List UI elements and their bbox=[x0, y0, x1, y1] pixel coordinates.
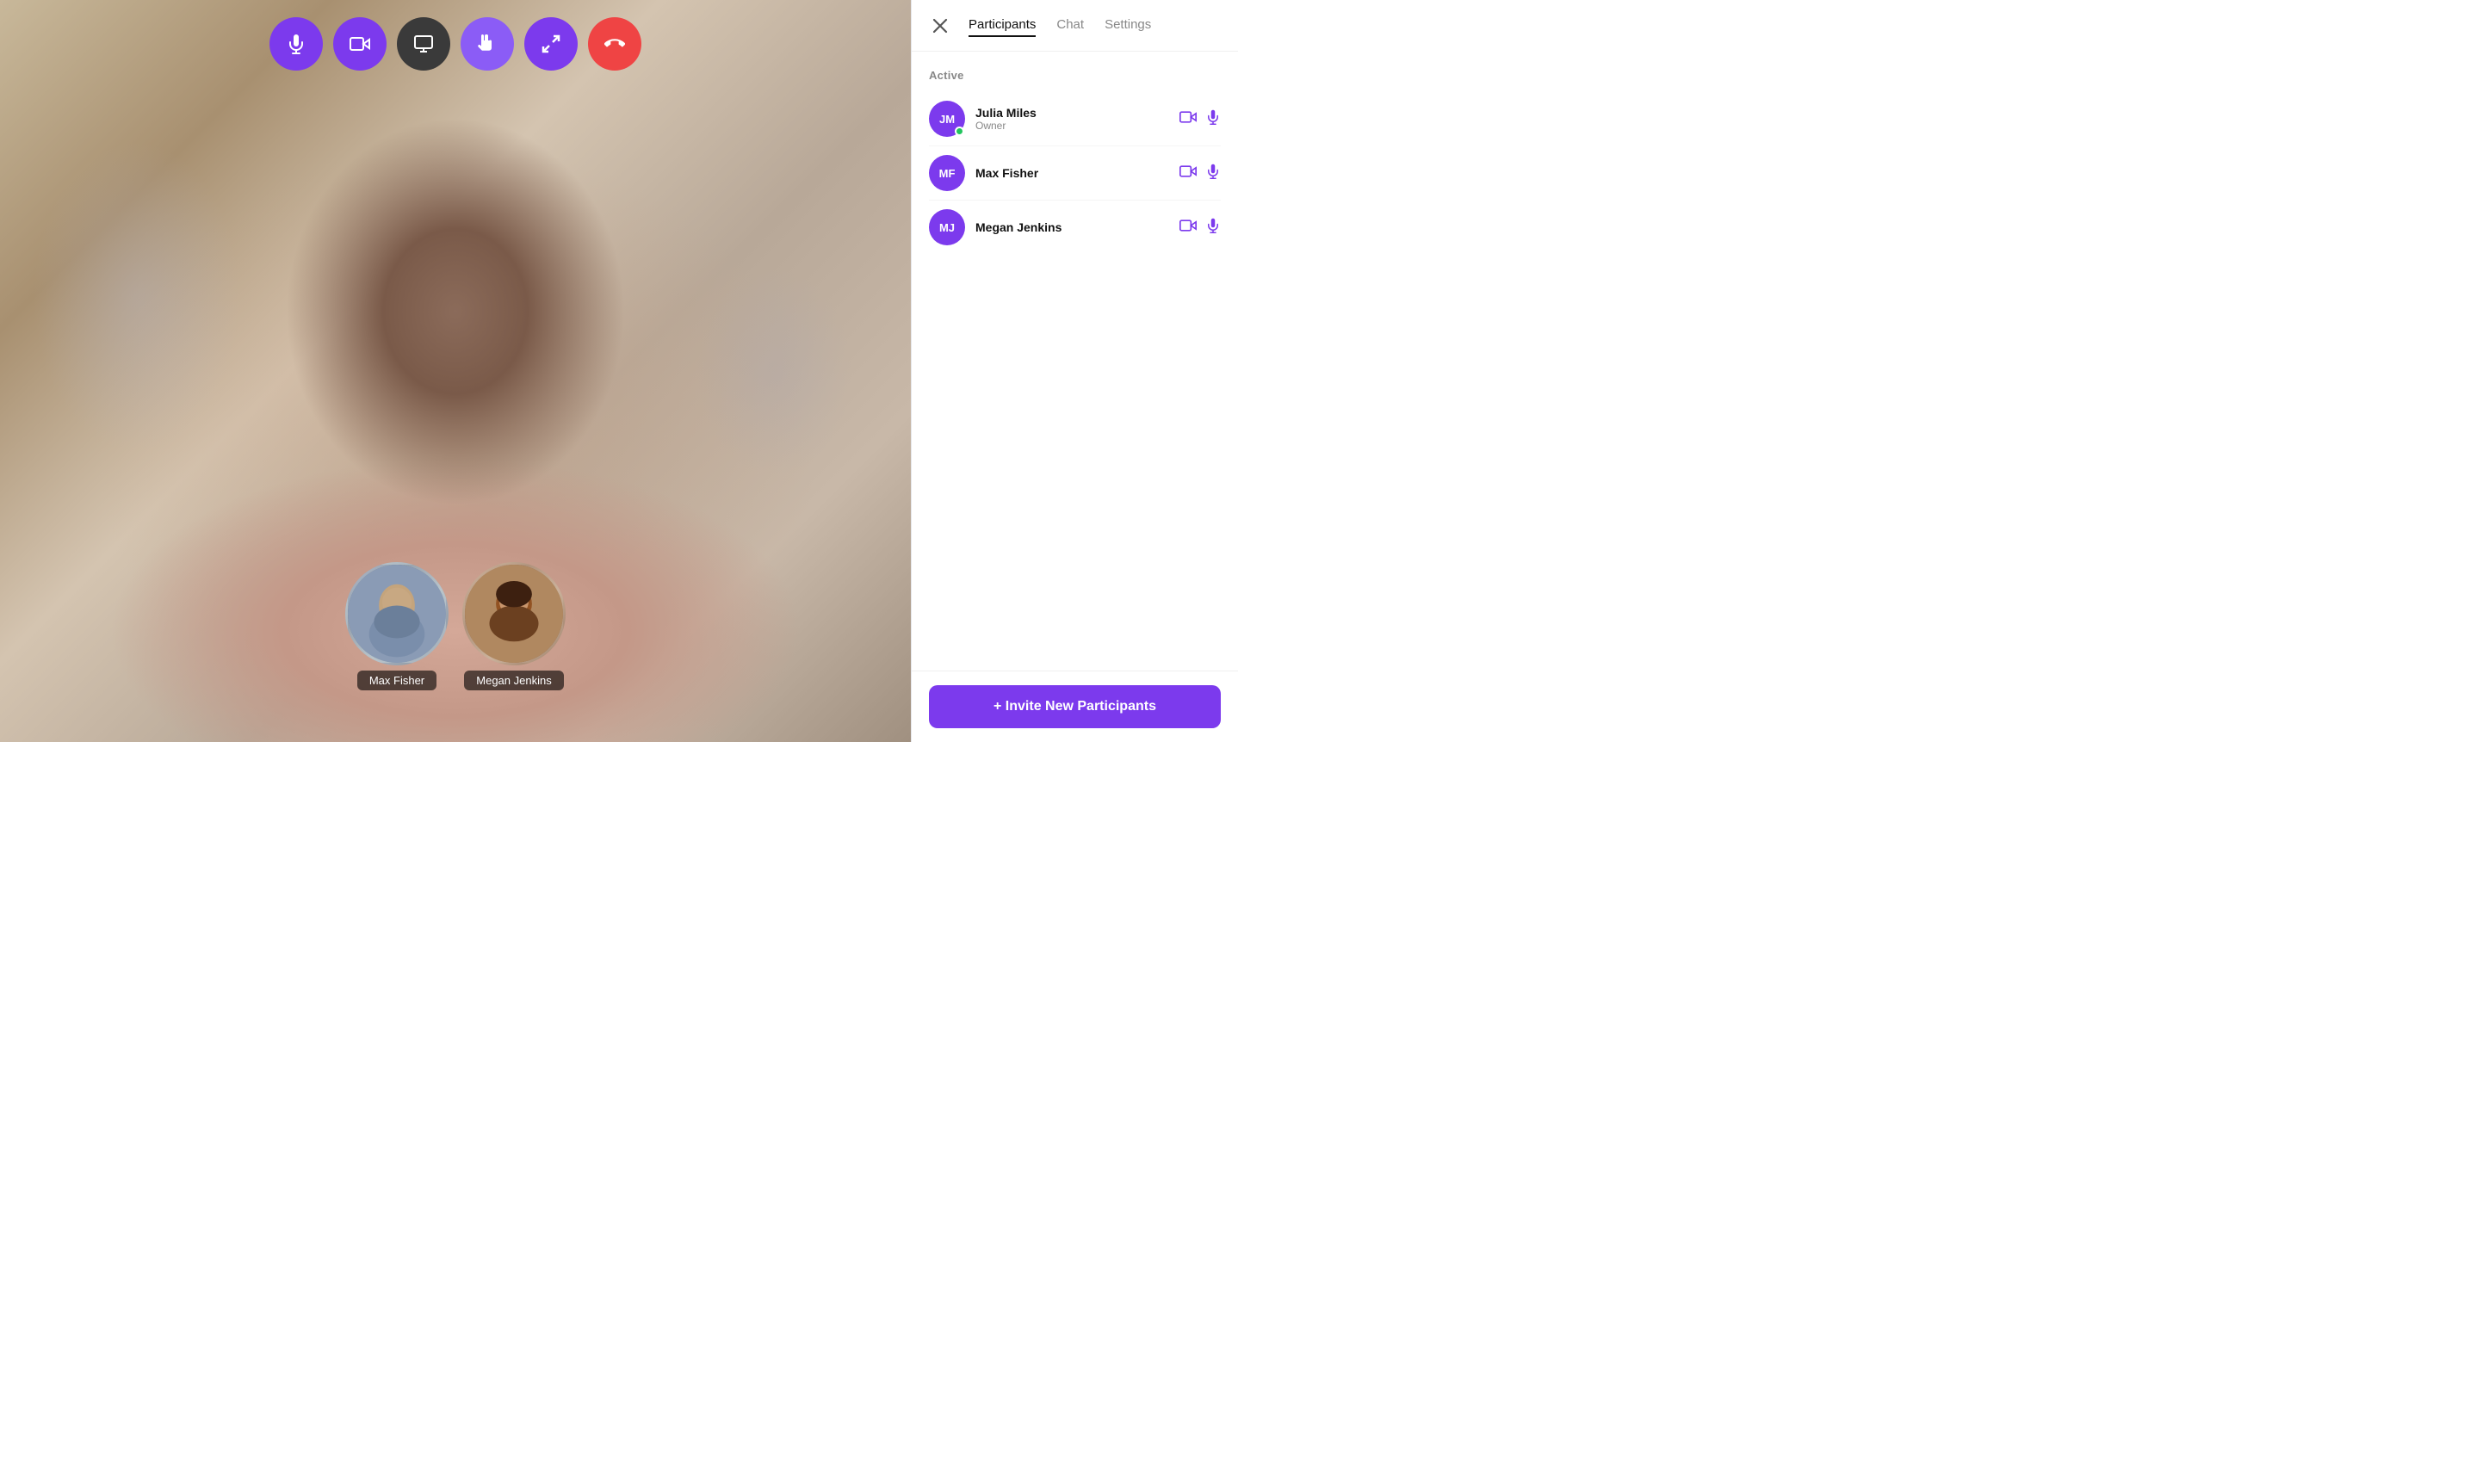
expand-button[interactable] bbox=[524, 17, 578, 71]
participant-row-megan: MJ Megan Jenkins bbox=[929, 201, 1221, 254]
megan-video-icon bbox=[1179, 217, 1197, 238]
megan-info: Megan Jenkins bbox=[975, 220, 1179, 234]
tab-chat[interactable]: Chat bbox=[1056, 14, 1084, 37]
julia-avatar: JM bbox=[929, 101, 965, 137]
participant-row-max: MF Max Fisher bbox=[929, 146, 1221, 201]
megan-thumb-label: Megan Jenkins bbox=[464, 671, 563, 690]
panel-header: Participants Chat Settings bbox=[912, 0, 1238, 52]
max-video-icon bbox=[1179, 163, 1197, 184]
right-panel: Participants Chat Settings Active JM Jul… bbox=[911, 0, 1238, 742]
megan-avatar: MJ bbox=[929, 209, 965, 245]
julia-online-indicator bbox=[955, 127, 964, 136]
max-mic-icon bbox=[1205, 164, 1221, 183]
participant-row-julia: JM Julia Miles Owner bbox=[929, 92, 1221, 146]
screen-share-button[interactable] bbox=[397, 17, 450, 71]
julia-name: Julia Miles bbox=[975, 106, 1179, 120]
max-info: Max Fisher bbox=[975, 166, 1179, 180]
controls-bar bbox=[269, 17, 641, 71]
invite-new-participants-button[interactable]: + Invite New Participants bbox=[929, 685, 1221, 728]
panel-content: Active JM Julia Miles Owner bbox=[912, 52, 1238, 671]
participant-thumb-megan: Megan Jenkins bbox=[462, 562, 566, 690]
effects-button[interactable] bbox=[461, 17, 514, 71]
megan-name: Megan Jenkins bbox=[975, 220, 1179, 234]
megan-thumb-avatar bbox=[462, 562, 566, 665]
mic-button[interactable] bbox=[269, 17, 323, 71]
julia-mic-icon bbox=[1205, 109, 1221, 129]
tab-participants[interactable]: Participants bbox=[969, 14, 1036, 37]
max-thumb-avatar bbox=[345, 562, 449, 665]
julia-controls bbox=[1179, 108, 1221, 130]
participants-strip: Max Fisher Megan Jenkins bbox=[345, 562, 566, 690]
megan-controls bbox=[1179, 217, 1221, 238]
close-panel-button[interactable] bbox=[929, 15, 951, 37]
julia-info: Julia Miles Owner bbox=[975, 106, 1179, 132]
video-area: Max Fisher Megan Jenkins bbox=[0, 0, 911, 742]
panel-footer: + Invite New Participants bbox=[912, 671, 1238, 742]
max-avatar: MF bbox=[929, 155, 965, 191]
active-section-label: Active bbox=[929, 69, 1221, 82]
tab-settings[interactable]: Settings bbox=[1105, 14, 1151, 37]
max-controls bbox=[1179, 163, 1221, 184]
tab-nav: Participants Chat Settings bbox=[969, 14, 1221, 37]
max-thumb-label: Max Fisher bbox=[357, 671, 436, 690]
megan-mic-icon bbox=[1205, 218, 1221, 238]
julia-video-icon bbox=[1179, 108, 1197, 130]
max-name: Max Fisher bbox=[975, 166, 1179, 180]
julia-role: Owner bbox=[975, 120, 1179, 132]
video-button[interactable] bbox=[333, 17, 387, 71]
end-call-button[interactable] bbox=[588, 17, 641, 71]
participant-thumb-max: Max Fisher bbox=[345, 562, 449, 690]
